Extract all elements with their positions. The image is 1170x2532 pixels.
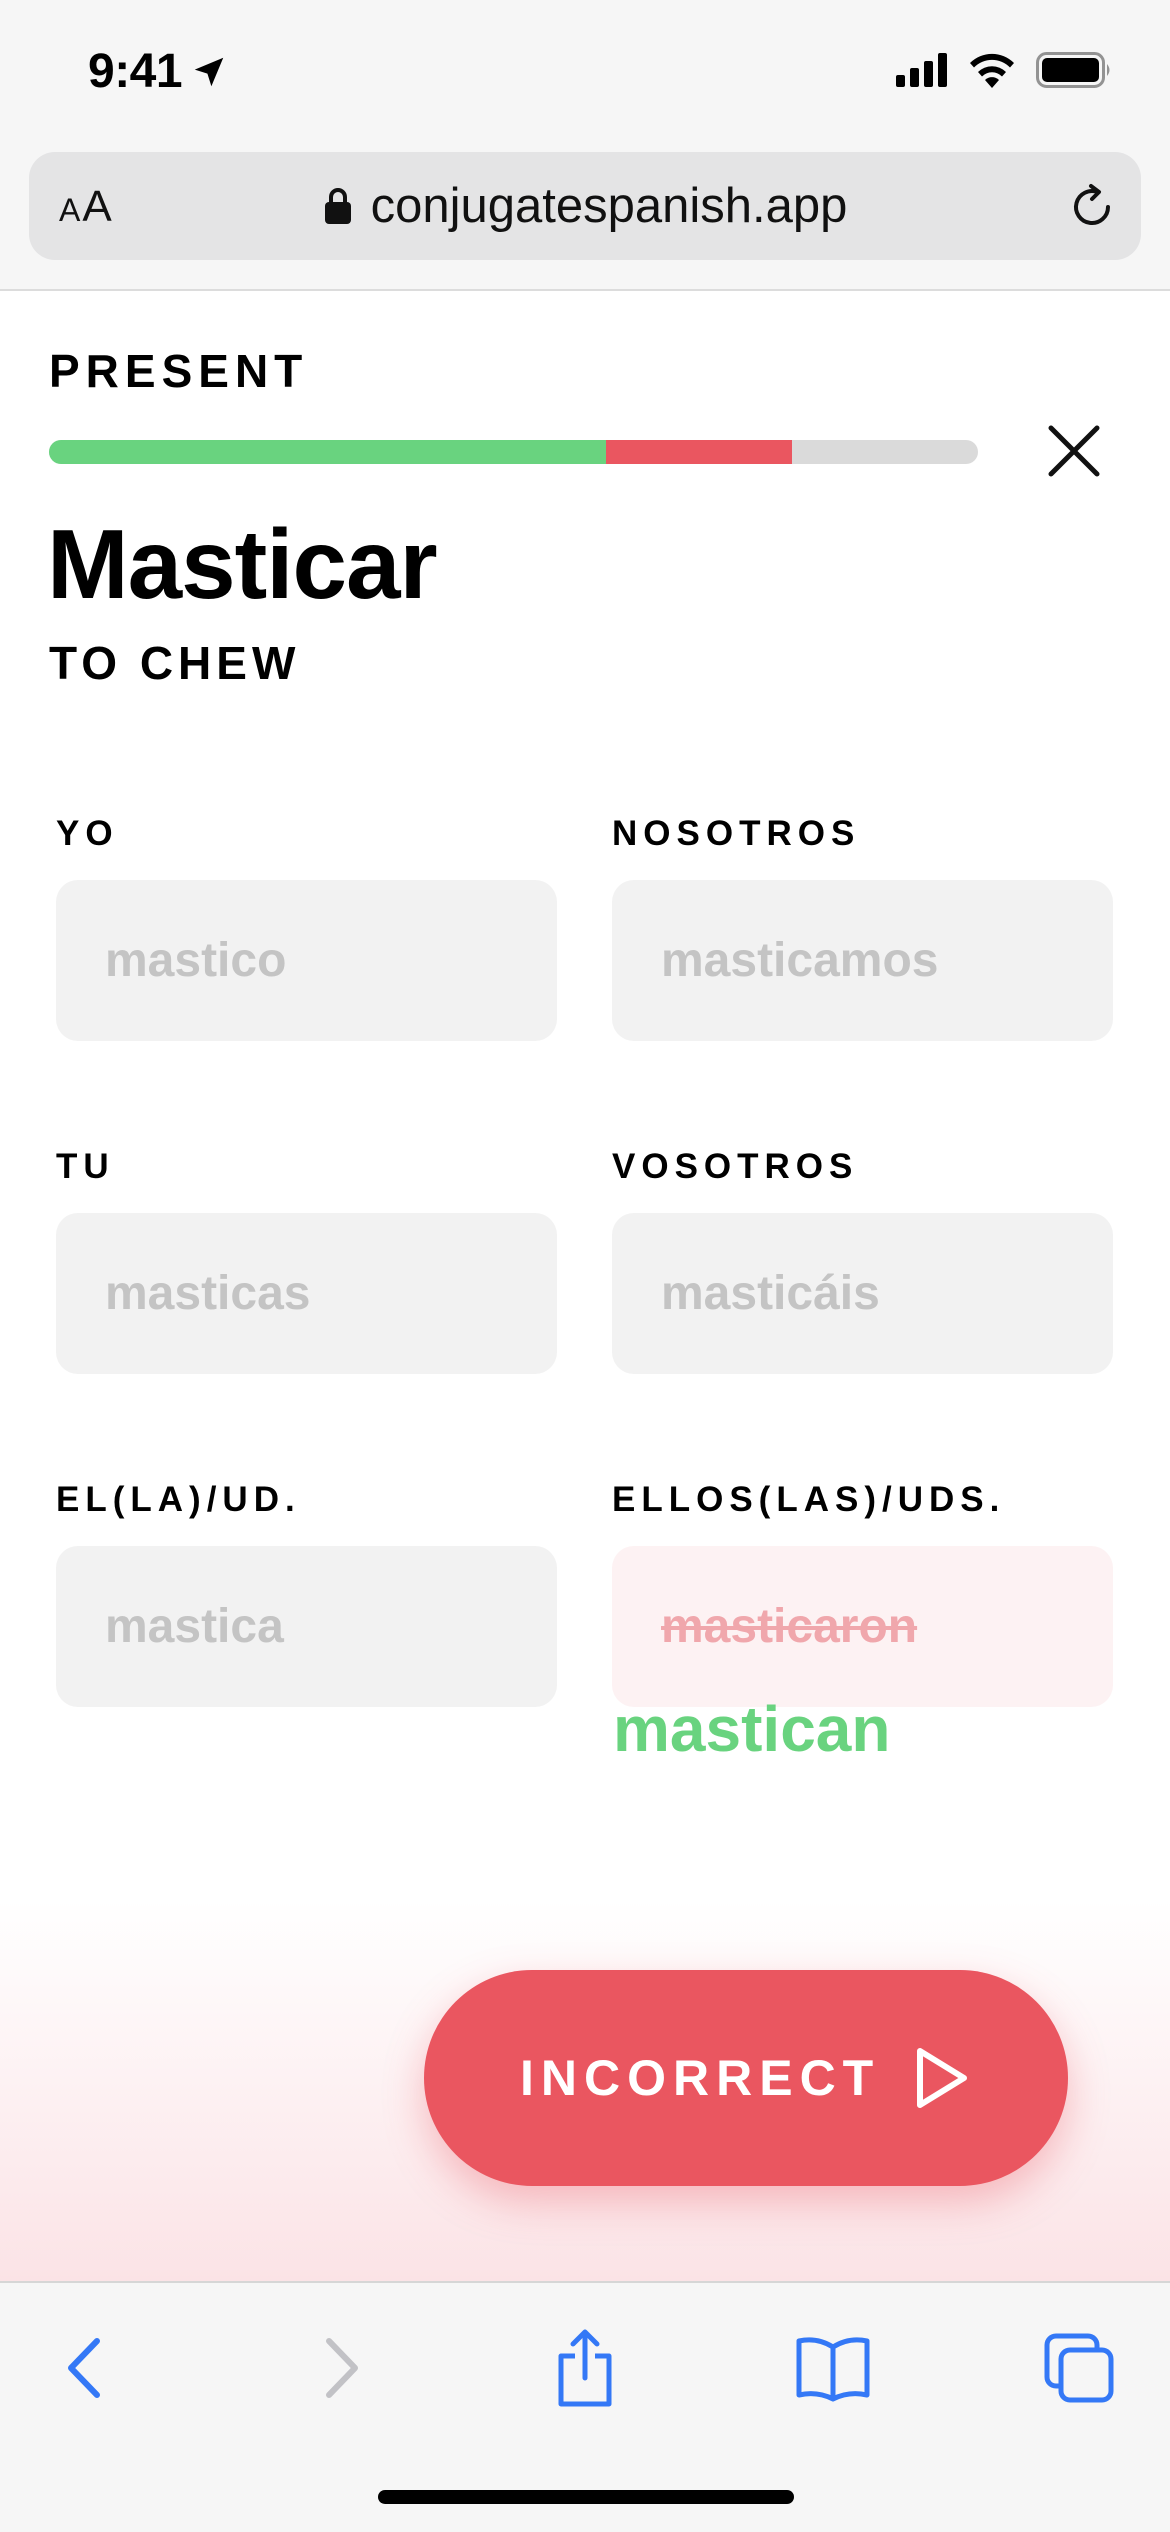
share-icon — [558, 2329, 612, 2407]
conjugation-input-tu[interactable]: masticas — [56, 1213, 557, 1374]
conjugation-input-ellos[interactable]: masticaron — [612, 1546, 1113, 1707]
home-indicator — [378, 2490, 794, 2504]
share-button[interactable] — [540, 2323, 630, 2413]
pronoun-label: ELLOS(LAS)/UDS. — [612, 1480, 1006, 1519]
forward-button[interactable] — [294, 2323, 384, 2413]
play-icon — [917, 2048, 967, 2108]
conjugation-input-nosotros[interactable]: masticamos — [612, 880, 1113, 1041]
pronoun-label: VOSOTROS — [612, 1147, 859, 1186]
lock-icon — [324, 188, 351, 224]
signal-icon — [896, 53, 947, 87]
submit-button-label: INCORRECT — [520, 2050, 881, 2106]
progress-incorrect-segment — [606, 440, 793, 464]
pronoun-label: EL(LA)/UD. — [56, 1480, 301, 1519]
conjugation-ellos: ELLOS(LAS)/UDS. masticaron — [612, 1480, 1113, 1707]
conjugation-yo: YO mastico — [56, 814, 557, 1041]
status-indicators — [896, 52, 1112, 88]
status-time: 9:41 — [88, 44, 228, 99]
pronoun-label: TU — [56, 1147, 115, 1186]
url-display[interactable]: conjugatespanish.app — [29, 178, 1141, 234]
tense-label: PRESENT — [49, 345, 309, 397]
battery-icon — [1036, 52, 1110, 88]
conjugation-nosotros: NOSOTROS masticamos — [612, 814, 1113, 1041]
pronoun-label: YO — [56, 814, 119, 853]
tabs-icon — [1044, 2333, 1114, 2403]
conjugation-vosotros: VOSOTROS masticáis — [612, 1147, 1113, 1374]
tabs-button[interactable] — [1034, 2323, 1124, 2413]
bookmarks-icon — [796, 2337, 870, 2402]
back-button[interactable] — [42, 2323, 132, 2413]
conjugation-input-vosotros[interactable]: masticáis — [612, 1213, 1113, 1374]
url-text: conjugatespanish.app — [370, 179, 848, 233]
conjugation-el: EL(LA)/UD. mastica — [56, 1480, 557, 1707]
submit-button[interactable]: INCORRECT — [424, 1970, 1068, 2186]
close-icon[interactable] — [1043, 420, 1105, 482]
conjugation-input-yo[interactable]: mastico — [56, 880, 557, 1041]
conjugation-input-el[interactable]: mastica — [56, 1546, 557, 1707]
status-time-text: 9:41 — [88, 45, 183, 98]
conjugation-tu: TU masticas — [56, 1147, 557, 1374]
verb-translation: TO CHEW — [49, 637, 301, 689]
verb-title: Masticar — [47, 509, 438, 619]
reload-icon[interactable] — [1065, 180, 1119, 234]
pronoun-label: NOSOTROS — [612, 814, 861, 853]
forward-icon — [326, 2338, 358, 2398]
address-bar[interactable]: A A conjugatespanish.app — [29, 152, 1141, 260]
back-icon — [68, 2338, 100, 2398]
progress-bar — [49, 440, 978, 464]
location-arrow-icon — [194, 57, 224, 86]
wifi-icon — [970, 53, 1014, 88]
correct-answer-hint: mastican — [613, 1693, 891, 1765]
browser-top-chrome: 9:41 A A conjugatespanish.app — [0, 0, 1170, 291]
bookmarks-button[interactable] — [788, 2323, 878, 2413]
progress-correct-segment — [49, 440, 607, 464]
